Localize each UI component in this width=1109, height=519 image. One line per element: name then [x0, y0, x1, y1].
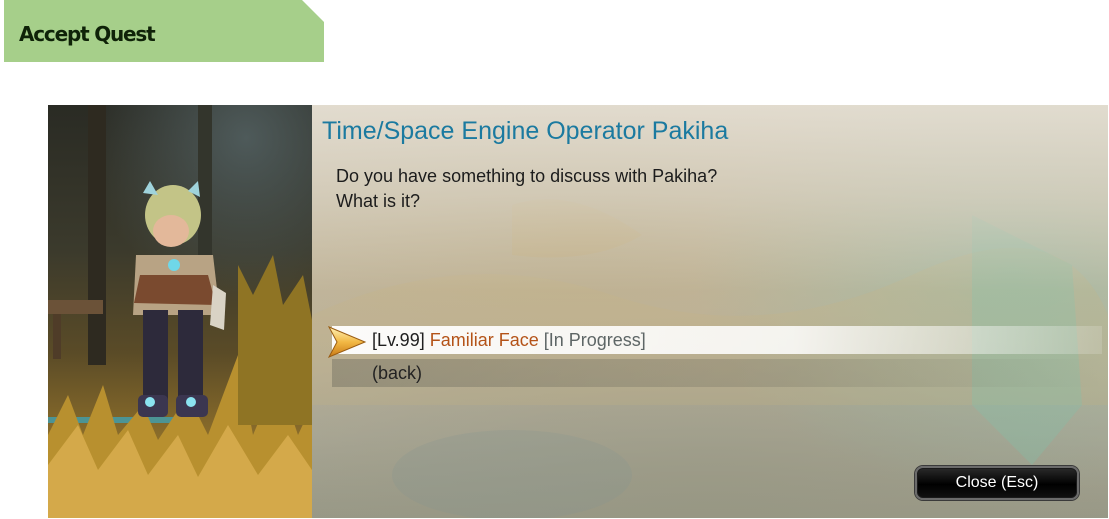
accept-quest-label: Accept Quest	[19, 22, 156, 46]
npc-greeting: Do you have something to discuss with Pa…	[336, 164, 717, 214]
greeting-line-2: What is it?	[336, 191, 421, 211]
quest-level: [Lv.99]	[372, 330, 425, 350]
quest-name: Familiar Face	[429, 330, 539, 350]
back-option-label: (back)	[372, 363, 423, 383]
quest-option-label: [Lv.99] Familiar Face [In Progress]	[372, 330, 646, 351]
npc-dialog-panel: Time/Space Engine Operator Pakiha Do you…	[312, 105, 1108, 518]
selection-arrow-icon	[327, 326, 367, 358]
quest-status: [In Progress]	[543, 330, 646, 350]
accept-quest-tag: Accept Quest	[4, 0, 324, 62]
greeting-line-1: Do you have something to discuss with Pa…	[336, 166, 718, 186]
quest-option-familiar-face[interactable]: [Lv.99] Familiar Face [In Progress]	[332, 326, 1102, 354]
npc-name: Time/Space Engine Operator Pakiha	[322, 117, 729, 145]
back-option[interactable]: (back)	[332, 359, 1102, 387]
close-button[interactable]: Close (Esc)	[915, 466, 1079, 500]
npc-portrait	[48, 105, 312, 518]
